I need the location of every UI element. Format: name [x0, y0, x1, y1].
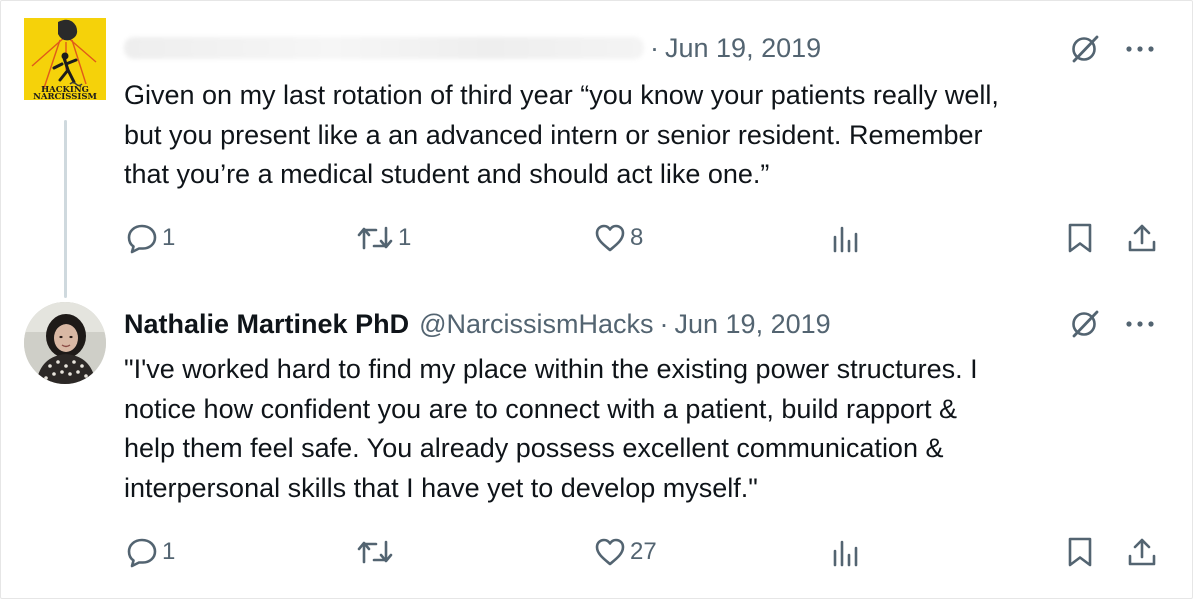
- more-options-icon[interactable]: [1122, 309, 1158, 339]
- avatar-logo-line-2: NARCISSISM: [33, 92, 97, 100]
- tweet-text: "I've worked hard to find my place withi…: [124, 354, 978, 503]
- share-icon[interactable]: [1126, 222, 1158, 254]
- grok-icon[interactable]: [1068, 307, 1102, 341]
- like-button[interactable]: 8: [594, 222, 643, 254]
- views-icon: [830, 536, 862, 568]
- reply-count: 1: [162, 538, 176, 565]
- tweet-date[interactable]: Jun 19, 2019: [665, 33, 821, 64]
- tweet-header: Nathalie Martinek PhD @NarcissismHacks ·…: [124, 307, 831, 341]
- tweet-header: · Jun 19, 2019: [124, 31, 821, 65]
- bookmark-icon[interactable]: [1064, 536, 1096, 568]
- like-button[interactable]: 27: [594, 536, 657, 568]
- blurred-author-name: [124, 37, 644, 59]
- reply-icon: [126, 536, 158, 568]
- header-separator: ·: [650, 32, 659, 63]
- share-icon[interactable]: [1126, 536, 1158, 568]
- avatar-nathalie-martinek[interactable]: [24, 302, 106, 384]
- retweet-icon: [356, 536, 394, 568]
- author-display-name[interactable]: Nathalie Martinek PhD: [124, 309, 409, 340]
- views-button[interactable]: [830, 222, 866, 254]
- retweet-count: 1: [398, 224, 412, 251]
- bookmark-icon[interactable]: [1064, 222, 1096, 254]
- header-separator: ·: [659, 308, 669, 339]
- retweet-button[interactable]: 1: [356, 222, 411, 254]
- tweet-text: Given on my last rotation of third year …: [124, 80, 999, 189]
- like-icon: [594, 536, 626, 568]
- more-options-icon[interactable]: [1122, 34, 1158, 64]
- like-count: 27: [630, 538, 657, 565]
- reply-icon: [126, 222, 158, 254]
- like-icon: [594, 222, 626, 254]
- avatar-hacking-narcissism[interactable]: HACKING NARCISSISM: [24, 18, 106, 100]
- retweet-icon: [356, 222, 394, 254]
- grok-icon[interactable]: [1068, 32, 1102, 66]
- reply-button[interactable]: 1: [126, 536, 175, 568]
- reply-button[interactable]: 1: [126, 222, 175, 254]
- author-handle[interactable]: @NarcissismHacks: [419, 309, 653, 340]
- views-icon: [830, 222, 862, 254]
- views-button[interactable]: [830, 536, 866, 568]
- tweet-date[interactable]: Jun 19, 2019: [675, 309, 831, 340]
- retweet-button[interactable]: [356, 536, 398, 568]
- thread-connector-line: [64, 120, 67, 298]
- reply-count: 1: [162, 224, 176, 251]
- like-count: 8: [630, 224, 644, 251]
